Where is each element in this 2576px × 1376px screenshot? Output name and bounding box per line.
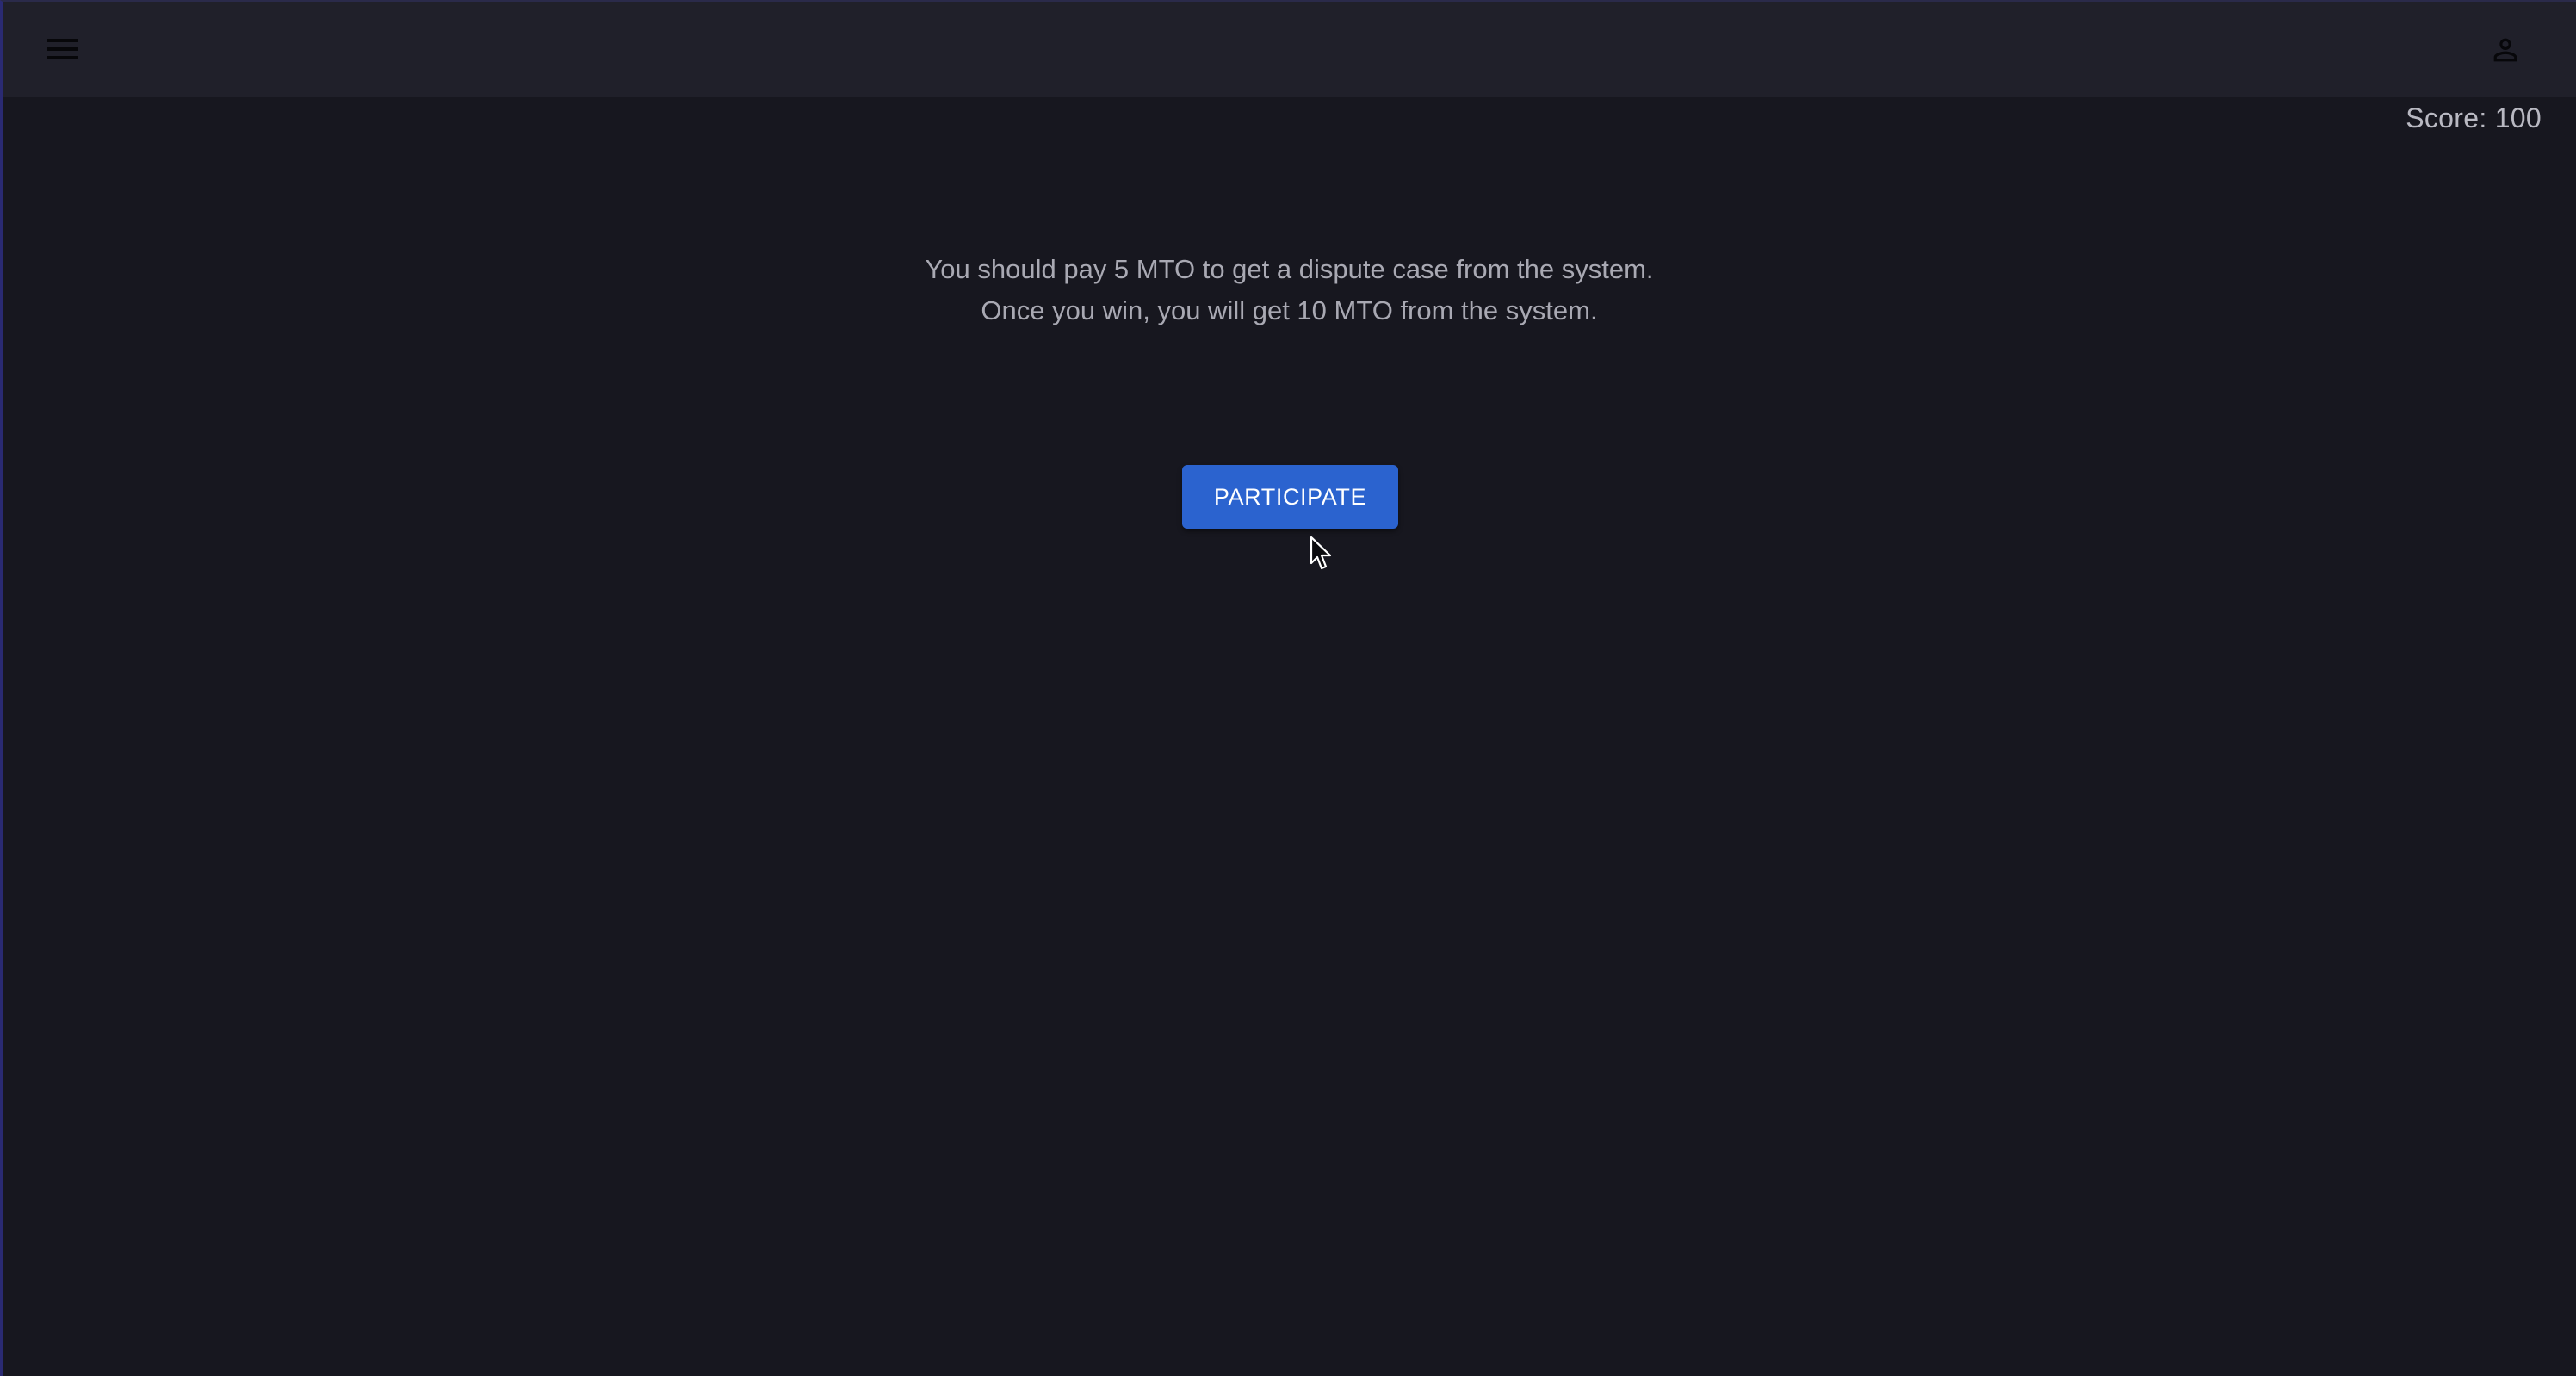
mouse-pointer-icon [1310, 536, 1332, 570]
info-line-reward: Once you win, you will get 10 MTO from t… [981, 295, 1598, 325]
menu-button[interactable] [34, 24, 94, 76]
participation-info: You should pay 5 MTO to get a dispute ca… [3, 249, 2576, 332]
top-app-bar [3, 2, 2576, 97]
app-page: Score: 100 You should pay 5 MTO to get a… [0, 0, 2576, 1376]
hamburger-menu-icon [47, 39, 78, 59]
info-line-cost: You should pay 5 MTO to get a dispute ca… [925, 254, 1654, 284]
person-outline-icon [2493, 38, 2517, 62]
score-display: Score: 100 [2406, 102, 2542, 133]
participate-button[interactable]: PARTICIPATE [1182, 465, 1398, 529]
account-button[interactable] [2476, 22, 2536, 77]
